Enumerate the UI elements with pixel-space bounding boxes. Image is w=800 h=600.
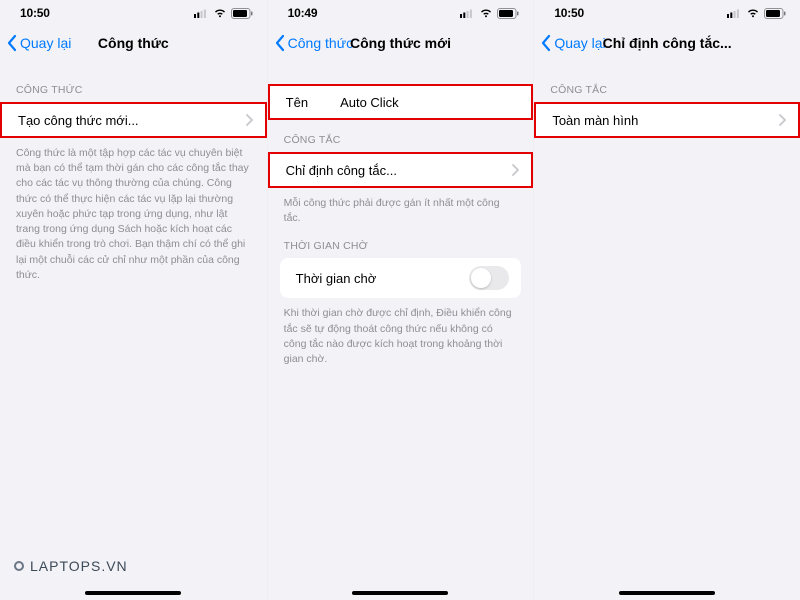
status-indicators xyxy=(460,8,519,19)
content: CÔNG THỨC Tạo công thức mới... Công thức… xyxy=(0,60,267,600)
home-indicator[interactable] xyxy=(352,591,448,595)
back-label: Quay lại xyxy=(554,35,605,51)
back-button[interactable]: Quay lại xyxy=(6,34,71,52)
watermark-dot-icon xyxy=(14,561,24,571)
back-label: Công thức xyxy=(288,35,353,51)
home-indicator[interactable] xyxy=(619,591,715,595)
status-bar: 10:49 xyxy=(268,0,534,26)
battery-icon xyxy=(497,8,519,19)
nav-bar: Quay lại Công thức xyxy=(0,26,267,60)
page-title: Công thức xyxy=(98,35,169,51)
nav-bar: Quay lại Chỉ định công tắc... xyxy=(534,26,800,60)
watermark: LAPTOPS.VN xyxy=(14,558,128,574)
section-header-switches: CÔNG TẮC xyxy=(534,70,800,102)
home-indicator[interactable] xyxy=(85,591,181,595)
status-time: 10:49 xyxy=(288,6,318,20)
chevron-left-icon xyxy=(274,34,286,52)
recipes-description: Công thức là một tập hợp các tác vụ chuy… xyxy=(0,138,267,283)
fullscreen-switch-row[interactable]: Toàn màn hình xyxy=(534,102,800,138)
timeout-row[interactable]: Thời gian chờ xyxy=(280,258,522,298)
page-title: Chỉ định công tắc... xyxy=(603,35,732,51)
row-label: Tạo công thức mới... xyxy=(18,113,139,128)
chevron-right-icon xyxy=(779,114,786,126)
status-time: 10:50 xyxy=(20,6,50,20)
recipe-name-row[interactable]: Tên Auto Click xyxy=(268,84,534,120)
nav-bar: Công thức Công thức mới xyxy=(268,26,534,60)
chevron-right-icon xyxy=(512,164,519,176)
row-label: Thời gian chờ xyxy=(296,271,377,286)
content: CÔNG TẮC Toàn màn hình xyxy=(534,60,800,600)
section-header-timeout: THỜI GIAN CHỜ xyxy=(268,226,534,258)
back-button[interactable]: Quay lại xyxy=(540,34,605,52)
chevron-left-icon xyxy=(540,34,552,52)
signal-icon xyxy=(460,8,475,18)
phone-screen-3: 10:50 Quay lại Chỉ định công tắc... CÔNG… xyxy=(533,0,800,600)
status-indicators xyxy=(727,8,786,19)
status-indicators xyxy=(194,8,253,19)
assign-switch-row[interactable]: Chỉ định công tắc... xyxy=(268,152,534,188)
signal-icon xyxy=(727,8,742,18)
page-title: Công thức mới xyxy=(350,35,451,51)
section-header-switches: CÔNG TẮC xyxy=(268,120,534,152)
phone-screen-2: 10:49 Công thức Công thức mới Tên Auto C… xyxy=(267,0,534,600)
name-field-value[interactable]: Auto Click xyxy=(318,95,519,110)
back-label: Quay lại xyxy=(20,35,71,51)
wifi-icon xyxy=(213,8,227,18)
chevron-right-icon xyxy=(246,114,253,126)
wifi-icon xyxy=(746,8,760,18)
create-new-recipe-row[interactable]: Tạo công thức mới... xyxy=(0,102,267,138)
chevron-left-icon xyxy=(6,34,18,52)
section-header-recipes: CÔNG THỨC xyxy=(0,70,267,102)
status-bar: 10:50 xyxy=(0,0,267,26)
timeout-description: Khi thời gian chờ được chỉ định, Điều kh… xyxy=(268,298,534,367)
back-button[interactable]: Công thức xyxy=(274,34,353,52)
timeout-toggle[interactable] xyxy=(469,266,509,290)
status-bar: 10:50 xyxy=(534,0,800,26)
battery-icon xyxy=(764,8,786,19)
status-time: 10:50 xyxy=(554,6,584,20)
row-label: Chỉ định công tắc... xyxy=(286,163,397,178)
battery-icon xyxy=(231,8,253,19)
signal-icon xyxy=(194,8,209,18)
name-field-label: Tên xyxy=(286,95,308,110)
switches-description: Mỗi công thức phải được gán ít nhất một … xyxy=(268,188,534,226)
content: Tên Auto Click CÔNG TẮC Chỉ định công tắ… xyxy=(268,60,534,600)
row-label: Toàn màn hình xyxy=(552,113,638,128)
wifi-icon xyxy=(479,8,493,18)
phone-screen-1: 10:50 Quay lại Công thức CÔNG THỨC Tạo c… xyxy=(0,0,267,600)
watermark-text: LAPTOPS.VN xyxy=(30,558,128,574)
